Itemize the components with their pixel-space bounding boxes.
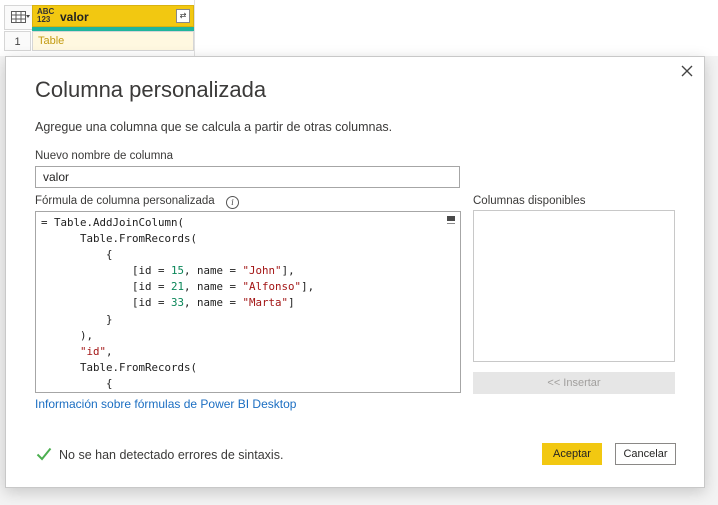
new-column-name-input[interactable] <box>35 166 460 188</box>
insert-button[interactable]: << Insertar <box>473 372 675 394</box>
code-text: { <box>41 248 113 262</box>
code-line: { <box>41 248 113 261</box>
column-divider <box>194 0 195 56</box>
code-text: ], <box>301 280 315 294</box>
code-text: Table.FromRecords( <box>41 232 198 246</box>
code-text: [id = <box>41 280 172 294</box>
formula-label: Fórmula de columna personalizada <box>35 195 215 207</box>
cancel-button[interactable]: Cancelar <box>615 443 676 465</box>
formula-code[interactable]: = Table.AddJoinColumn( Table.FromRecords… <box>41 215 314 392</box>
code-text: = Table.AddJoinColumn( <box>41 216 185 229</box>
code-string: "John" <box>242 264 282 278</box>
any-type-icon[interactable]: ABC 123 <box>37 8 54 24</box>
code-text: [id = <box>41 296 172 310</box>
code-text: { <box>41 376 113 390</box>
code-line: Table.FromRecords( <box>41 361 197 374</box>
code-number: 21 <box>171 280 185 294</box>
available-columns-label: Columnas disponibles <box>473 195 586 207</box>
code-text: , name = <box>184 264 243 278</box>
info-icon[interactable]: i <box>226 196 239 209</box>
query-grid: ABC 123 valor ⇄ 1 Table <box>0 0 718 56</box>
code-line: [id = 21, name = "Alfonso"], <box>41 280 314 293</box>
code-number: 33 <box>171 296 185 310</box>
ok-button[interactable]: Aceptar <box>542 443 602 465</box>
code-string: "Alfonso" <box>242 280 302 294</box>
formula-help-link[interactable]: Información sobre fórmulas de Power BI D… <box>35 397 296 411</box>
code-line: "id", <box>41 345 113 358</box>
code-text: ] <box>288 296 295 310</box>
code-line: [id = 33, name = "Marta"] <box>41 296 295 309</box>
code-line: [id = 15, name = "John"], <box>41 264 295 277</box>
code-line: Table.FromRecords( <box>41 232 197 245</box>
new-column-name-label: Nuevo nombre de columna <box>35 150 174 162</box>
dialog-description: Agregue una columna que se calcula a par… <box>35 120 393 134</box>
table-menu-button[interactable] <box>4 5 33 30</box>
dropdown-arrow-icon <box>26 15 30 18</box>
code-string: "Marta" <box>242 296 289 310</box>
code-line: } <box>41 313 113 326</box>
code-line: ), <box>41 329 93 342</box>
code-text: , <box>106 344 113 358</box>
editor-minimap-line <box>447 223 455 224</box>
dialog-title: Columna personalizada <box>35 77 267 102</box>
code-text: ), <box>41 328 94 342</box>
code-text: Table.FromRecords( <box>41 360 198 374</box>
formula-editor[interactable]: = Table.AddJoinColumn( Table.FromRecords… <box>35 211 461 393</box>
code-text: } <box>41 312 113 326</box>
expand-column-icon[interactable]: ⇄ <box>176 9 190 23</box>
editor-minimap[interactable] <box>447 216 455 221</box>
code-text: ], <box>281 264 295 278</box>
close-icon[interactable] <box>676 60 698 82</box>
code-text: , name = <box>184 296 243 310</box>
code-text: , name = <box>184 280 243 294</box>
table-cell-link[interactable]: Table <box>32 31 194 51</box>
code-string: "id" <box>80 344 107 358</box>
code-line: { <box>41 377 113 390</box>
checkmark-icon <box>36 447 52 461</box>
syntax-status: No se han detectado errores de sintaxis. <box>59 448 284 462</box>
code-line: = Table.AddJoinColumn( <box>41 216 184 229</box>
table-icon <box>11 11 26 23</box>
code-number: 15 <box>171 264 185 278</box>
available-columns-list[interactable] <box>473 210 675 362</box>
code-text: [id = <box>41 264 172 278</box>
column-name: valor <box>60 10 89 24</box>
column-header-valor[interactable]: ABC 123 valor ⇄ <box>32 5 194 27</box>
row-number: 1 <box>4 31 31 51</box>
